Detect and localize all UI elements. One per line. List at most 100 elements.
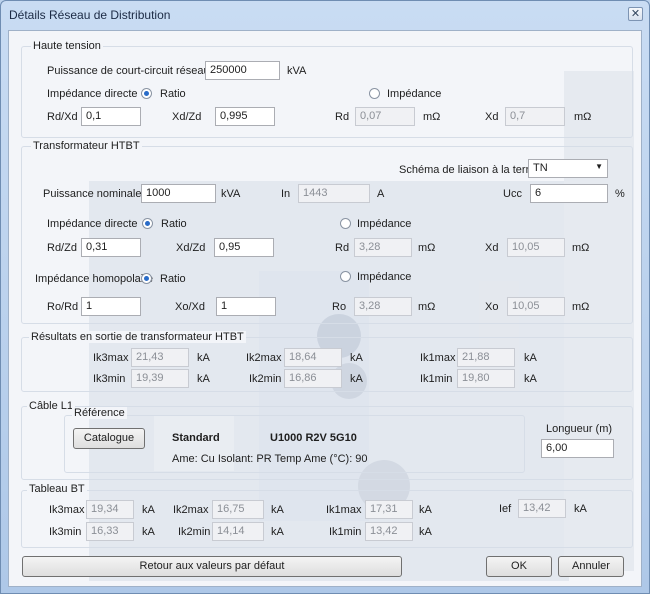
res-ik1max-unit: kA (524, 352, 537, 364)
bt-ik1min-readonly: 13,42 (365, 522, 413, 541)
bt-ik1max-readonly: 17,31 (365, 500, 413, 519)
tr-impedance-label: Impédance (357, 218, 412, 230)
ht-impedance-radio[interactable] (369, 88, 380, 99)
cancel-button[interactable]: Annuler (558, 556, 624, 577)
in-readonly: 1443 (298, 184, 370, 203)
res-ik2min-unit: kA (350, 373, 363, 385)
bt-ik2min-readonly: 14,14 (212, 522, 264, 541)
chevron-down-icon: ▼ (595, 162, 603, 171)
tr-xo-readonly: 10,05 (507, 297, 565, 316)
tr-rord-input[interactable]: 1 (81, 297, 141, 316)
bt-ik2min-label: Ik2min (178, 526, 211, 538)
ht-xd-unit: mΩ (574, 111, 592, 123)
title-bar: Détails Réseau de Distribution ✕ (1, 1, 649, 29)
bt-ik2max-unit: kA (271, 504, 284, 516)
ht-imp-directe-label: Impédance directe (47, 88, 138, 100)
dialog-window: Détails Réseau de Distribution ✕ Haute t… (0, 0, 650, 594)
haute-tension-legend: Haute tension (31, 40, 103, 52)
close-button[interactable]: ✕ (628, 7, 643, 21)
res-ik3max-unit: kA (197, 352, 210, 364)
tr-xd-readonly: 10,05 (507, 238, 565, 257)
ht-rdxd-label: Rd/Xd (47, 111, 78, 123)
tr-rd-unit: mΩ (418, 242, 436, 254)
tr-ratio2-radio[interactable] (141, 273, 152, 284)
tr-ro-label: Ro (332, 301, 347, 313)
ht-xdzd-label: Xd/Zd (172, 111, 202, 123)
tr-imp-directe-label: Impédance directe (47, 218, 138, 230)
ht-rd-readonly: 0,07 (355, 107, 415, 126)
cable-reference-value: U1000 R2V 5G10 (270, 432, 357, 444)
tr-xd-unit: mΩ (572, 242, 590, 254)
in-unit: A (377, 188, 385, 200)
ht-xdzd-input[interactable]: 0,995 (215, 107, 275, 126)
res-ik1min-readonly: 19,80 (457, 369, 515, 388)
bt-ik1max-label: Ik1max (326, 504, 362, 516)
longueur-label: Longueur (m) (546, 423, 613, 435)
tr-rd-label: Rd (335, 242, 350, 254)
ucc-input[interactable]: 6 (530, 184, 608, 203)
res-ik2min-label: Ik2min (249, 373, 282, 385)
tr-ratio-radio[interactable] (142, 218, 153, 229)
tr-impedance2-radio[interactable] (340, 271, 351, 282)
res-ik3min-label: Ik3min (93, 373, 126, 385)
schema-select[interactable]: TN ▼ (528, 159, 608, 178)
tr-rdzd-input[interactable]: 0,31 (81, 238, 141, 257)
reset-defaults-button[interactable]: Retour aux valeurs par défaut (22, 556, 402, 577)
schema-select-value: TN (533, 162, 548, 174)
tr-xd-label: Xd (485, 242, 499, 254)
resultats-legend: Résultats en sortie de transformateur HT… (29, 331, 246, 343)
ht-impedance-label: Impédance (387, 88, 442, 100)
ucc-label: Ucc (503, 188, 522, 200)
res-ik1min-unit: kA (524, 373, 537, 385)
tr-impedance2-label: Impédance (357, 271, 412, 283)
pcc-input[interactable]: 250000 (205, 61, 280, 80)
longueur-input[interactable]: 6,00 (541, 439, 614, 458)
tr-xo-label: Xo (485, 301, 499, 313)
pn-input[interactable]: 1000 (141, 184, 216, 203)
tr-rord-label: Ro/Rd (47, 301, 79, 313)
res-ik3min-unit: kA (197, 373, 210, 385)
ht-ratio-label: Ratio (160, 88, 186, 100)
cable-details: Ame: Cu Isolant: PR Temp Ame (°C): 90 (172, 453, 368, 465)
tr-xoxd-input[interactable]: 1 (216, 297, 276, 316)
pn-label: Puissance nominale (43, 188, 142, 200)
bt-ik1min-unit: kA (419, 526, 432, 538)
cable-legend: Câble L1 (27, 400, 76, 412)
tr-ratio-label: Ratio (161, 218, 187, 230)
tr-ro-readonly: 3,28 (354, 297, 412, 316)
tr-impedance-radio[interactable] (340, 218, 351, 229)
ht-rdxd-input[interactable]: 0,1 (81, 107, 141, 126)
bt-ik3max-readonly: 19,34 (86, 500, 134, 519)
schema-label: Schéma de liaison à la terre (399, 164, 536, 176)
bt-ik2min-unit: kA (271, 526, 284, 538)
tr-imp-homo-label: Impédance homopolaire (35, 273, 154, 285)
res-ik2max-label: Ik2max (246, 352, 282, 364)
bt-ik2max-label: Ik2max (173, 504, 209, 516)
ok-button[interactable]: OK (486, 556, 552, 577)
bt-ik1max-unit: kA (419, 504, 432, 516)
pcc-label: Puissance de court-circuit réseau (47, 65, 210, 77)
tr-rd-readonly: 3,28 (354, 238, 412, 257)
ht-rd-unit: mΩ (423, 111, 441, 123)
res-ik2min-readonly: 16,86 (284, 369, 342, 388)
standard-label: Standard (172, 432, 220, 444)
tableau-bt-legend: Tableau BT (27, 483, 87, 495)
res-ik2max-readonly: 18,64 (284, 348, 342, 367)
bt-ik3min-unit: kA (142, 526, 155, 538)
bt-ik1min-label: Ik1min (329, 526, 362, 538)
pn-unit: kVA (221, 188, 241, 200)
transformateur-legend: Transformateur HTBT (31, 140, 142, 152)
tr-rdzd-label: Rd/Zd (47, 242, 77, 254)
res-ik1min-label: Ik1min (420, 373, 453, 385)
res-ik3max-readonly: 21,43 (131, 348, 189, 367)
ht-rd-label: Rd (335, 111, 350, 123)
bt-ik3max-label: Ik3max (49, 504, 85, 516)
res-ik1max-label: Ik1max (420, 352, 456, 364)
bt-ief-unit: kA (574, 503, 587, 515)
bt-ief-label: Ief (499, 503, 512, 515)
dialog-client-area: Haute tension Puissance de court-circuit… (8, 30, 642, 587)
tr-xdzd-input[interactable]: 0,95 (214, 238, 274, 257)
ht-ratio-radio[interactable] (141, 88, 152, 99)
tr-xdzd-label: Xd/Zd (176, 242, 206, 254)
catalogue-button[interactable]: Catalogue (73, 428, 145, 449)
